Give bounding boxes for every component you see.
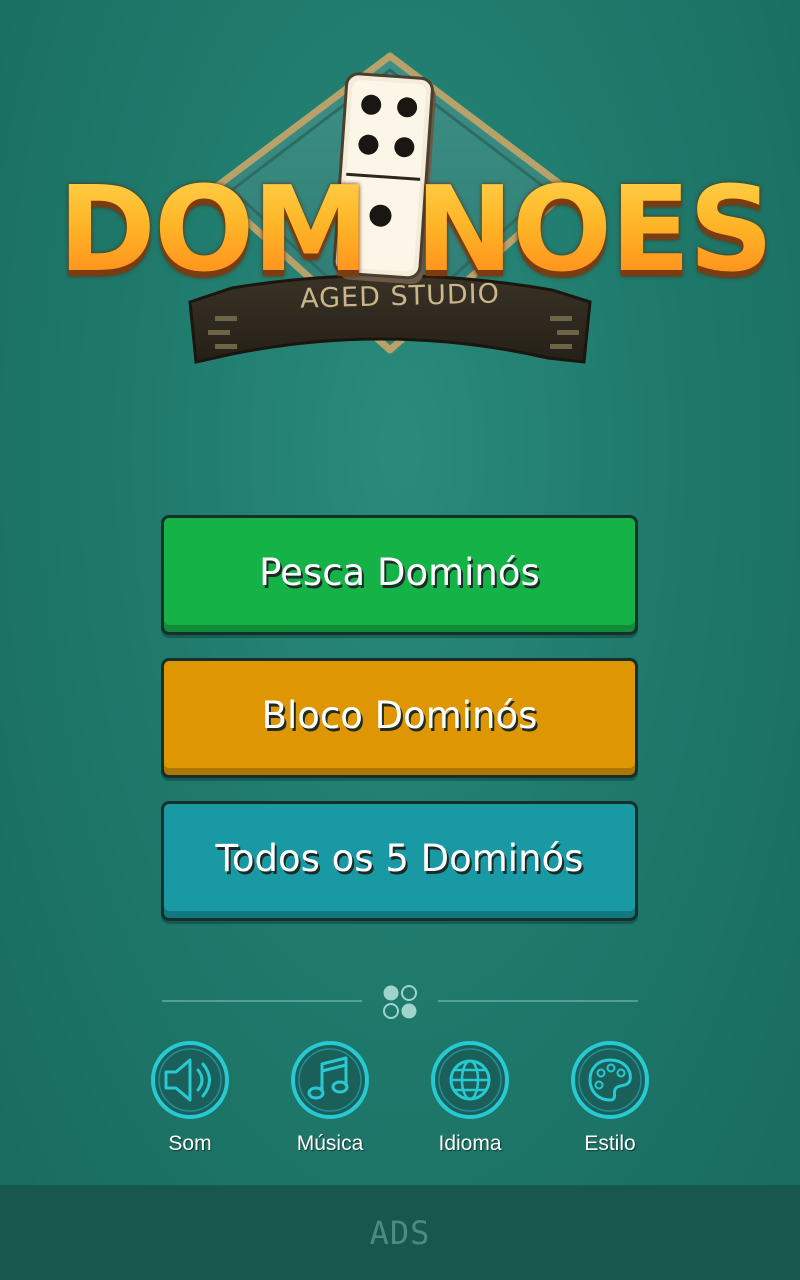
sound-label: Som xyxy=(168,1132,212,1155)
divider-right xyxy=(438,1000,638,1002)
music-setting-button[interactable]: Música xyxy=(280,1040,380,1165)
logo-title-left: DOM xyxy=(58,160,370,298)
todos-os-5-dominos-label: Todos os 5 Dominós xyxy=(215,836,584,880)
style-label: Estilo xyxy=(584,1132,636,1155)
bloco-dominos-button[interactable]: Bloco Dominós xyxy=(161,658,638,778)
game-logo: DOM NOES AGED STUDIO xyxy=(0,40,800,400)
speaker-icon xyxy=(151,1041,229,1119)
main-menu-screen: DOM NOES AGED STUDIO Pesca Dominós Bloco… xyxy=(0,0,800,1280)
divider-left xyxy=(162,1000,362,1002)
ads-label: ADS xyxy=(369,1213,431,1252)
music-label: Música xyxy=(296,1132,364,1155)
language-label: Idioma xyxy=(438,1132,502,1155)
logo-title-right: NOES xyxy=(415,160,774,298)
todos-os-5-dominos-button[interactable]: Todos os 5 Dominós xyxy=(161,801,638,921)
four-dots-icon xyxy=(383,985,417,1019)
pesca-dominos-label: Pesca Dominós xyxy=(259,550,540,594)
sound-setting-button[interactable]: Som xyxy=(140,1040,240,1165)
music-note-icon xyxy=(291,1041,369,1119)
palette-icon xyxy=(571,1041,649,1119)
globe-icon xyxy=(431,1041,509,1119)
style-setting-button[interactable]: Estilo xyxy=(560,1040,660,1165)
language-setting-button[interactable]: Idioma xyxy=(420,1040,520,1165)
pesca-dominos-button[interactable]: Pesca Dominós xyxy=(161,515,638,635)
bloco-dominos-label: Bloco Dominós xyxy=(261,693,538,737)
ads-banner[interactable]: ADS xyxy=(0,1185,800,1280)
